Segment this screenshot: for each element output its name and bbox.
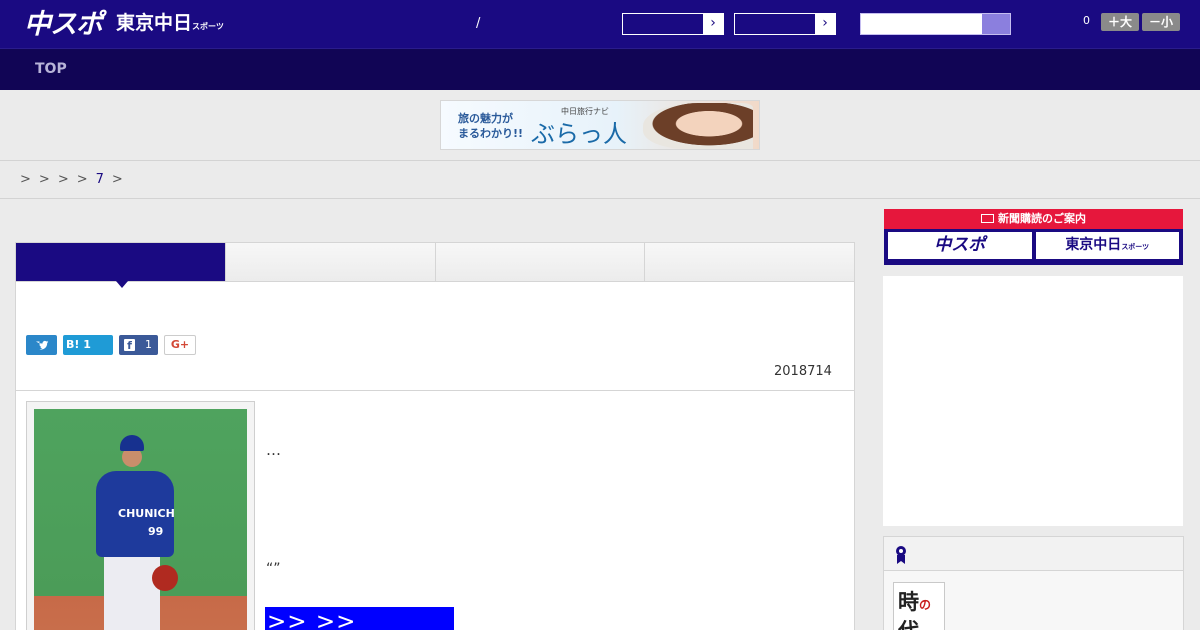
thumb-char-red: の	[919, 598, 932, 612]
subscription-logos: 中スポ 東京中日スポーツ	[884, 229, 1183, 262]
top-header: 中スポ 東京中日スポーツ / › › 0 ＋大 －小	[0, 0, 1200, 48]
breadcrumb-separator: >	[57, 172, 69, 187]
ad-band: 旅の魅力が まるわかり!! 中日旅行ナビ ぶらっ人	[0, 90, 1200, 161]
article-photo-frame: CHUNICH 99	[26, 401, 255, 630]
chevron-right-icon: ›	[703, 14, 723, 34]
breadcrumb: > > > > 7 >	[20, 172, 123, 187]
category-tabs	[16, 243, 854, 288]
jersey-text: CHUNICH	[118, 507, 175, 520]
breadcrumb-separator: >	[111, 172, 123, 187]
logo-tokyo-sub: スポーツ	[192, 22, 224, 31]
logo-tokyo-text: 東京中日	[116, 12, 193, 34]
ad-line-1: 旅の魅力が	[458, 112, 513, 125]
font-size-larger-button[interactable]: ＋大	[1101, 13, 1139, 31]
tab-active[interactable]	[16, 243, 225, 288]
breadcrumb-separator: >	[38, 172, 50, 187]
site-logo[interactable]: 中スポ 東京中日スポーツ	[24, 8, 224, 40]
baseball-glove	[152, 565, 178, 591]
category-select-1[interactable]: ›	[622, 13, 724, 35]
logo-chunichi-sports: 中スポ	[24, 9, 103, 40]
google-plus-button[interactable]: G+	[164, 335, 196, 355]
ad-text: 旅の魅力がまるわかり!!	[458, 111, 523, 141]
tab-2[interactable]	[224, 243, 435, 281]
font-size-smaller-button[interactable]: －小	[1142, 13, 1180, 31]
breadcrumb-separator: >	[20, 172, 31, 187]
global-nav: TOP	[0, 48, 1200, 90]
subscribe-chunichi-sports-button[interactable]: 中スポ	[888, 232, 1032, 259]
nav-item-top[interactable]: TOP	[35, 61, 67, 77]
ranking-thumbnail[interactable]: 時の代	[893, 582, 945, 630]
hatena-bookmark-button[interactable]: B! 1	[63, 335, 113, 355]
breadcrumb-link[interactable]: 7	[96, 172, 104, 187]
player-legs	[104, 555, 160, 630]
travel-ad-banner[interactable]: 旅の魅力が まるわかり!! 中日旅行ナビ ぶらっ人	[440, 100, 760, 150]
breadcrumb-band: > > > > 7 >	[0, 161, 1200, 199]
logo-tokyo-chunichi: 東京中日スポーツ	[116, 10, 224, 40]
article-text-quotes: “”	[266, 561, 281, 577]
twitter-share-button[interactable]	[26, 335, 57, 355]
subscription-title: 新聞購読のご案内	[884, 209, 1183, 229]
facebook-count: 1	[145, 338, 152, 351]
subscription-title-text: 新聞購読のご案内	[998, 212, 1086, 225]
thumb-char-2: 代	[898, 618, 919, 630]
sidebar-ad-slot[interactable]	[883, 276, 1183, 526]
article-panel: B! 1 f 1 G+ 2018714 CHUNICH 99 … “” >> >…	[15, 242, 855, 630]
subscribe-tokyo-chunichi-button[interactable]: 東京中日スポーツ	[1035, 232, 1179, 259]
chevron-right-icon: ›	[815, 14, 835, 34]
related-link-box[interactable]: >> >>	[265, 607, 454, 630]
header-separator: /	[476, 16, 481, 31]
player-cap	[120, 435, 144, 451]
twitter-icon	[36, 340, 49, 350]
category-select-2[interactable]: ›	[734, 13, 836, 35]
search-input[interactable]	[860, 13, 1011, 35]
medal-icon	[896, 546, 906, 564]
model-photo	[643, 103, 753, 149]
breadcrumb-separator: >	[76, 172, 88, 187]
subscribe-tokyo-text: 東京中日	[1065, 237, 1122, 253]
counter-value: 0	[1083, 14, 1090, 27]
facebook-icon: f	[124, 339, 135, 352]
divider	[16, 390, 854, 391]
ad-brand: ぶらっ人	[531, 120, 627, 148]
tab-4[interactable]	[644, 243, 854, 281]
article-date: 2018714	[774, 364, 832, 379]
search-button[interactable]	[982, 14, 1010, 34]
ad-line-2: まるわかり!!	[458, 127, 524, 140]
thumb-char-1: 時	[898, 589, 919, 614]
ranking-box: 時の代	[883, 536, 1184, 630]
facebook-share-button[interactable]: f 1	[119, 335, 158, 355]
subscription-box: 新聞購読のご案内 中スポ 東京中日スポーツ	[884, 209, 1183, 265]
tab-3[interactable]	[434, 243, 645, 281]
subscribe-tokyo-sub: スポーツ	[1121, 243, 1150, 251]
jersey-number: 99	[148, 525, 164, 538]
newspaper-icon	[981, 214, 994, 223]
article-text-ellipsis: …	[266, 441, 281, 459]
article-photo[interactable]: CHUNICH 99	[34, 409, 247, 630]
ranking-header	[884, 537, 1183, 571]
